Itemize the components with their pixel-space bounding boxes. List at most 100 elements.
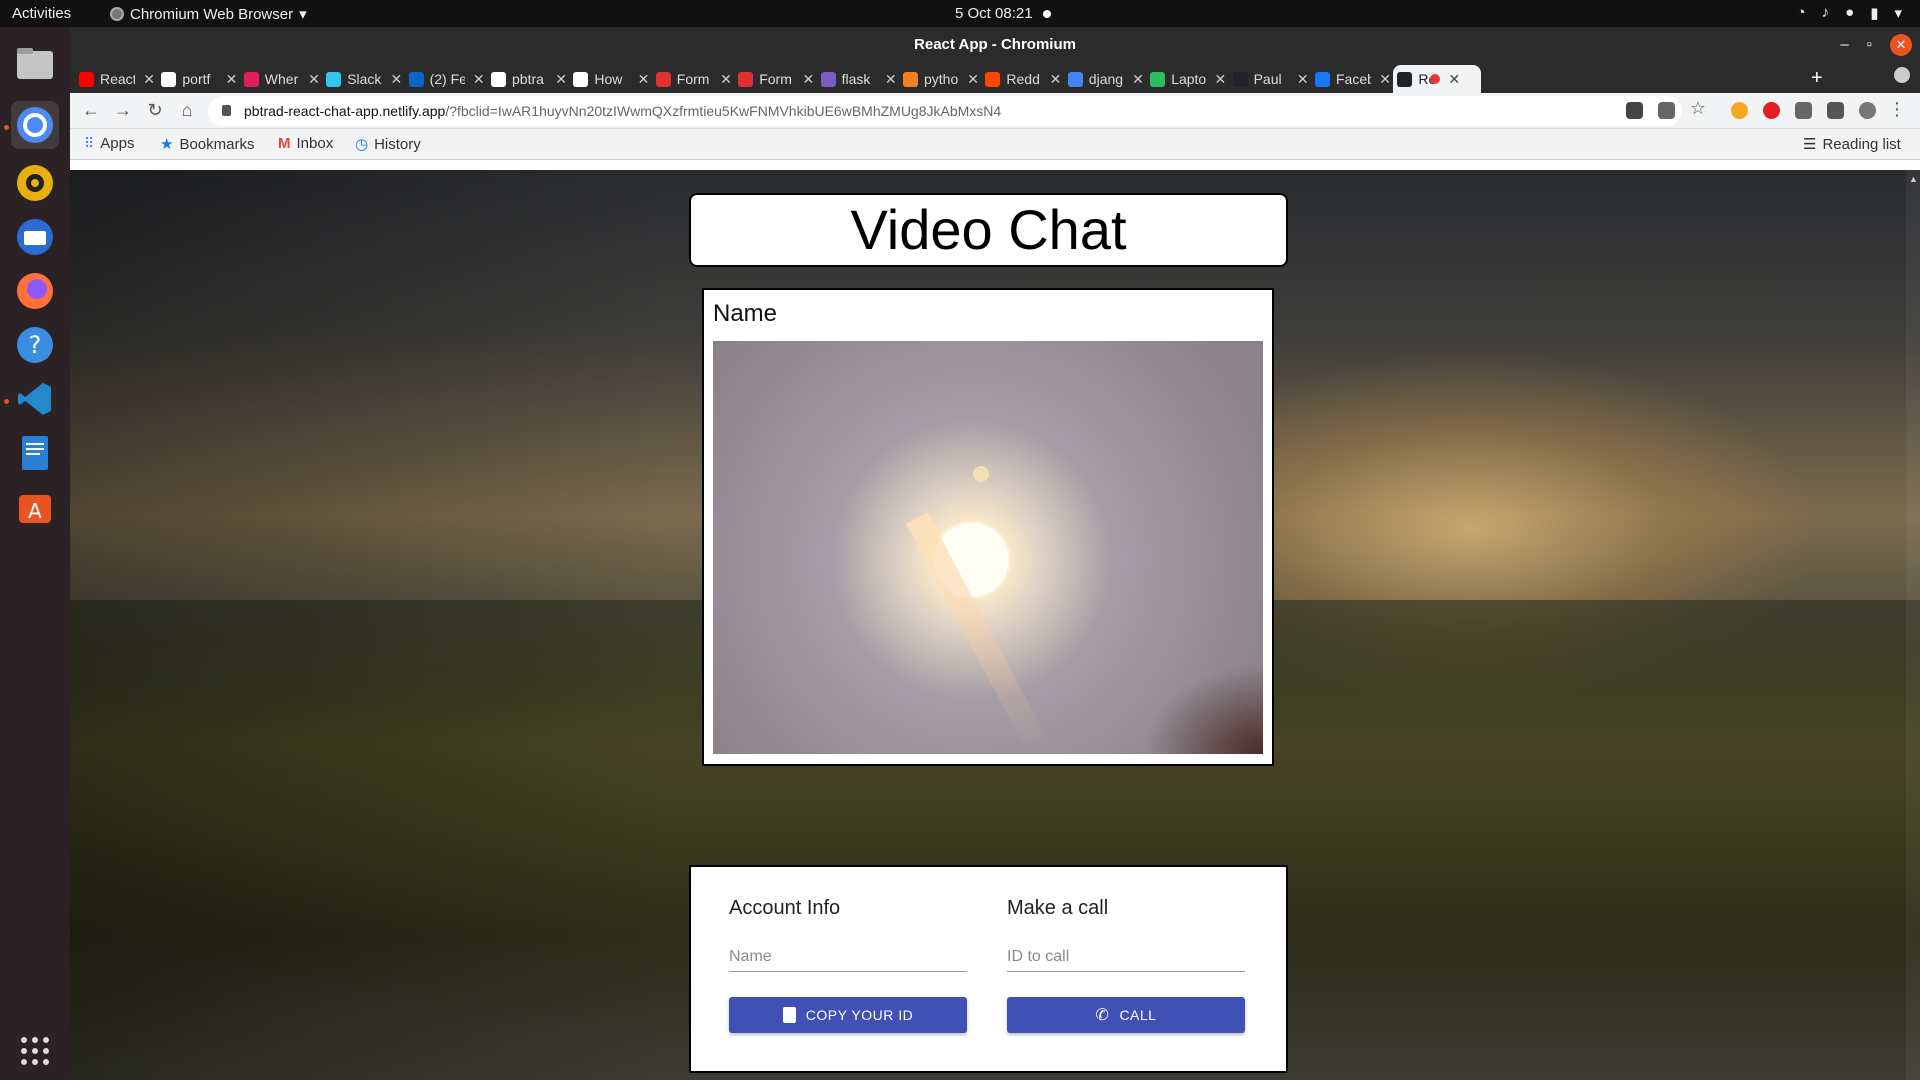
tab-close-icon[interactable]: ✕ (720, 71, 732, 88)
tab-close-icon[interactable]: ✕ (638, 71, 650, 88)
browser-tab[interactable]: (2) Fe ✕ (405, 65, 485, 93)
browser-tab[interactable]: Paul ✕ (1229, 65, 1309, 93)
close-window-icon[interactable]: ✕ (1890, 34, 1912, 56)
app-menu-label: Chromium Web Browser (130, 5, 294, 23)
recording-indicator-icon (1042, 9, 1051, 18)
browser-tab[interactable]: djang ✕ (1064, 65, 1144, 93)
browser-tab[interactable]: Faceb ✕ (1311, 65, 1391, 93)
tab-close-icon[interactable]: ✕ (1050, 71, 1062, 88)
extensions-puzzle-icon[interactable] (1795, 102, 1812, 119)
activities-button[interactable]: Activities (12, 5, 71, 22)
chevron-down-icon: ▾ (299, 6, 307, 23)
page-scrollbar[interactable]: ▲ (1906, 170, 1920, 1080)
qr-code-icon[interactable] (1658, 102, 1675, 119)
window-titlebar[interactable]: React App - Chromium – ▫ ✕ (70, 27, 1920, 63)
profile-avatar-icon[interactable] (1859, 102, 1876, 119)
help-icon[interactable]: ? (11, 321, 59, 369)
minimize-icon[interactable]: – (1840, 27, 1848, 63)
tab-close-icon[interactable]: ✕ (1132, 71, 1144, 88)
tab-label: djang (1088, 71, 1124, 87)
browser-tab[interactable]: pytho ✕ (899, 65, 979, 93)
bookmark-bookmarks-label: Bookmarks (179, 135, 255, 153)
video-corner-shadow (1143, 664, 1263, 754)
tab-close-icon[interactable]: ✕ (143, 71, 155, 88)
bookmark-bookmarks[interactable]: ★ Bookmarks (160, 135, 255, 154)
browser-tab[interactable]: React ✕ (75, 65, 155, 93)
tab-close-icon[interactable]: ✕ (1379, 71, 1391, 88)
rhythmbox-icon[interactable] (11, 159, 59, 207)
tab-search-icon[interactable] (1894, 67, 1910, 83)
lens-flare-dot (973, 466, 989, 482)
address-bar[interactable]: pbtrad-react-chat-app.netlify.app/?fbcli… (208, 96, 1682, 126)
tab-close-icon[interactable]: ✕ (1297, 71, 1309, 88)
tab-label: Form (676, 71, 710, 87)
tab-favicon-icon (491, 71, 506, 87)
browser-tab[interactable]: Slack ✕ (322, 65, 402, 93)
camera-in-use-icon[interactable] (1626, 102, 1643, 119)
browser-tab[interactable]: Re ✕ (1393, 65, 1482, 93)
tab-close-icon[interactable]: ✕ (390, 71, 402, 88)
menu-kebab-icon[interactable]: ⋮ (1886, 99, 1908, 120)
thunderbird-icon[interactable] (11, 213, 59, 261)
tab-close-icon[interactable]: ✕ (473, 71, 485, 88)
tab-favicon-icon (1232, 71, 1248, 87)
clock-label: 5 Oct 08:21 (955, 5, 1033, 22)
tab-close-icon[interactable]: ✕ (226, 71, 238, 88)
tab-close-icon[interactable]: ✕ (1214, 71, 1226, 88)
local-video-stream (713, 341, 1263, 754)
copy-id-button[interactable]: COPY YOUR ID (729, 997, 967, 1033)
tab-close-icon[interactable]: ✕ (885, 71, 897, 88)
maximize-icon[interactable]: ▫ (1867, 27, 1872, 63)
home-icon[interactable]: ⌂ (176, 100, 198, 121)
browser-tab[interactable]: Form ✕ (734, 65, 814, 93)
bookmark-apps[interactable]: ⠿ Apps (84, 135, 134, 152)
software-center-icon[interactable]: A (11, 483, 59, 531)
tab-close-icon[interactable]: ✕ (967, 71, 979, 88)
tab-favicon-icon (738, 71, 754, 87)
browser-tab[interactable]: portf ✕ (157, 65, 237, 93)
tab-favicon-icon (655, 71, 671, 87)
system-tray[interactable]: ◔ ♪ ● ▮ ▾ (1797, 4, 1902, 22)
media-controls-icon[interactable] (1827, 102, 1844, 119)
app-menu[interactable]: Chromium Web Browser ▾ (110, 5, 307, 23)
tab-label: (2) Fe (429, 71, 465, 87)
new-tab-button[interactable]: + (1811, 67, 1823, 90)
bookmark-history[interactable]: ◷ History (355, 135, 421, 154)
extension-g-icon[interactable] (1731, 102, 1748, 119)
back-icon[interactable]: ← (80, 100, 102, 121)
browser-tab[interactable]: Lapto ✕ (1146, 65, 1226, 93)
id-to-call-input[interactable] (1007, 942, 1245, 972)
browser-tab[interactable]: Wher ✕ (240, 65, 320, 93)
reload-icon[interactable]: ↻ (144, 100, 166, 121)
chromium-dock-icon[interactable] (11, 101, 59, 149)
tab-close-icon[interactable]: ✕ (1448, 71, 1460, 88)
browser-tab[interactable]: How ✕ (569, 65, 649, 93)
tab-favicon-icon (1067, 71, 1083, 87)
history-icon: ◷ (355, 136, 369, 153)
tab-favicon-icon (1150, 71, 1166, 87)
browser-tab[interactable]: pbtra ✕ (487, 65, 567, 93)
tab-close-icon[interactable]: ✕ (555, 71, 567, 88)
extension-shield-icon[interactable] (1763, 102, 1780, 119)
vscode-icon[interactable] (11, 375, 59, 423)
tab-close-icon[interactable]: ✕ (308, 71, 320, 88)
reading-list-button[interactable]: ☰ Reading list (1803, 135, 1901, 154)
forward-icon[interactable]: → (112, 100, 134, 121)
name-input[interactable] (729, 942, 967, 972)
firefox-icon[interactable] (11, 267, 59, 315)
bookmark-star-icon[interactable]: ☆ (1687, 98, 1709, 119)
window-title: React App - Chromium (914, 36, 1076, 53)
volume-icon: ♪ (1821, 4, 1830, 21)
call-button[interactable]: ✆ CALL (1007, 997, 1245, 1033)
scroll-up-icon[interactable]: ▲ (1909, 174, 1918, 184)
browser-tab[interactable]: Form ✕ (652, 65, 732, 93)
browser-tab[interactable]: Redd ✕ (981, 65, 1061, 93)
tab-close-icon[interactable]: ✕ (802, 71, 814, 88)
clock[interactable]: 5 Oct 08:21 (955, 5, 1051, 22)
show-applications-icon[interactable] (11, 1027, 59, 1075)
libreoffice-writer-icon[interactable] (11, 429, 59, 477)
browser-tab[interactable]: flask ✕ (817, 65, 897, 93)
bookmark-inbox[interactable]: M Inbox (278, 135, 333, 152)
system-top-bar: Activities Chromium Web Browser ▾ 5 Oct … (0, 0, 1920, 27)
files-app-icon[interactable] (11, 39, 59, 87)
